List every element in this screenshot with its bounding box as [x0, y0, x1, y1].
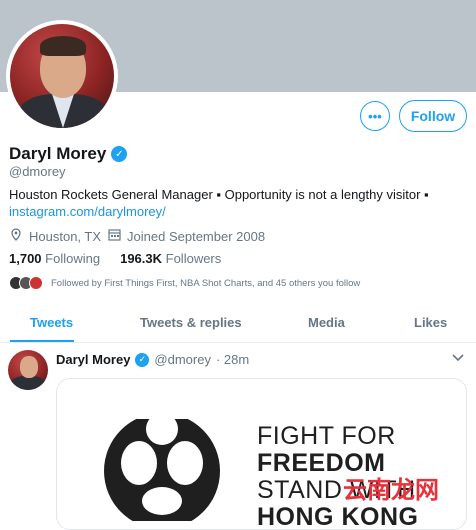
- profile-name: Daryl Morey: [9, 144, 107, 163]
- followers-label: Followers: [165, 251, 222, 266]
- followers-count-link[interactable]: 196.3K Followers: [120, 251, 221, 266]
- profile-name-row: Daryl Morey ✓: [9, 144, 128, 164]
- verified-badge-icon: ✓: [111, 146, 128, 162]
- profile-meta: Houston, TX Joined September 2008: [9, 228, 265, 244]
- followed-by-text: Followed by First Things First, NBA Shot…: [51, 277, 361, 289]
- calendar-icon: [107, 228, 121, 244]
- tab-likes[interactable]: Likes: [414, 315, 447, 330]
- chevron-down-icon[interactable]: [452, 351, 464, 365]
- more-options-button[interactable]: •••: [360, 101, 390, 131]
- watermark: 云南龙网: [343, 477, 439, 504]
- tweet-avatar[interactable]: [8, 350, 48, 390]
- profile-avatar[interactable]: [6, 20, 118, 132]
- profile-link[interactable]: instagram.com/darylmorey/: [9, 204, 166, 219]
- tweet-media-image[interactable]: FIGHT FOR FREEDOM STAND WITH HONG KONG: [56, 378, 467, 530]
- follow-button[interactable]: Follow: [399, 100, 467, 132]
- follower-avatars: [9, 276, 43, 290]
- profile-bio: Houston Rockets General Manager ▪ Opport…: [9, 187, 429, 202]
- verified-badge-icon: ✓: [135, 352, 150, 367]
- following-count-link[interactable]: 1,700 Following: [9, 251, 100, 266]
- profile-counts: 1,700 Following 196.3K Followers: [9, 251, 221, 266]
- following-count: 1,700: [9, 251, 42, 266]
- followers-count: 196.3K: [120, 251, 163, 266]
- panda-logo-icon: [104, 411, 220, 521]
- profile-joined: Joined September 2008: [127, 228, 266, 244]
- tweet-author-name[interactable]: Daryl Morey: [56, 352, 130, 367]
- tweet-header: Daryl Morey ✓ @dmorey · 28m: [56, 352, 249, 367]
- active-tab-indicator: [10, 340, 74, 342]
- location-pin-icon: [9, 228, 23, 244]
- profile-handle: @dmorey: [9, 164, 66, 179]
- tweet-author-handle[interactable]: @dmorey: [154, 352, 211, 367]
- image-text-line4: HONG KONG: [257, 503, 419, 530]
- profile-tabs: Tweets Tweets & replies Media Likes: [0, 304, 476, 343]
- tweet-timestamp[interactable]: · 28m: [216, 352, 249, 367]
- avatar-photo: [10, 24, 114, 128]
- tab-tweets-replies[interactable]: Tweets & replies: [140, 315, 242, 330]
- followed-by-row[interactable]: Followed by First Things First, NBA Shot…: [9, 276, 360, 290]
- profile-location: Houston, TX: [29, 228, 102, 244]
- tab-tweets[interactable]: Tweets: [30, 315, 73, 330]
- following-label: Following: [45, 251, 101, 266]
- image-text-line1: FIGHT FOR: [257, 422, 396, 450]
- tab-media[interactable]: Media: [308, 315, 345, 330]
